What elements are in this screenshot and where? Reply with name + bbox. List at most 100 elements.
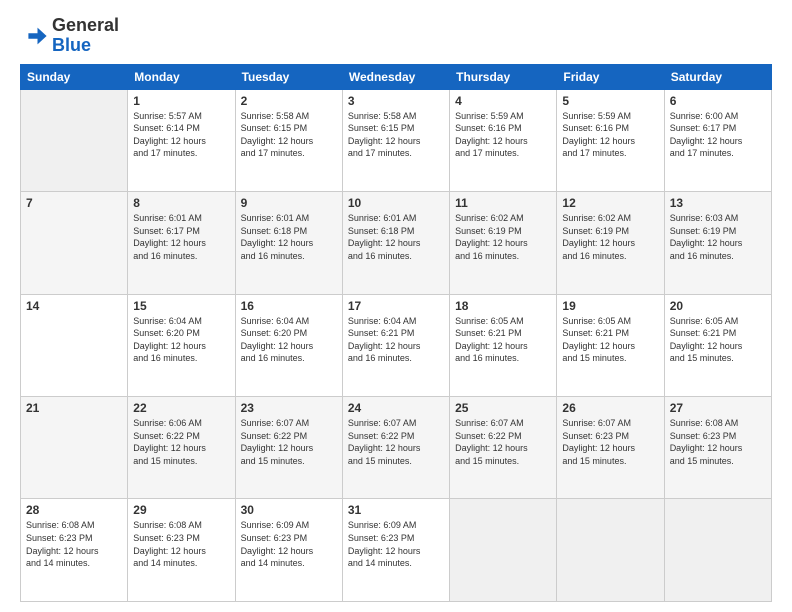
day-number: 8 bbox=[133, 196, 229, 210]
table-row: 25 Sunrise: 6:07 AM Sunset: 6:22 PM Dayli… bbox=[450, 397, 557, 499]
table-row bbox=[557, 499, 664, 602]
day-info: Sunrise: 5:59 AM Sunset: 6:16 PM Dayligh… bbox=[455, 110, 551, 160]
day-number: 23 bbox=[241, 401, 337, 415]
day-number: 1 bbox=[133, 94, 229, 108]
table-row: 19 Sunrise: 6:05 AM Sunset: 6:21 PM Dayli… bbox=[557, 294, 664, 396]
day-number: 18 bbox=[455, 299, 551, 313]
calendar-header-row: Sunday Monday Tuesday Wednesday Thursday… bbox=[21, 64, 772, 89]
day-info: Sunrise: 6:08 AM Sunset: 6:23 PM Dayligh… bbox=[26, 519, 122, 569]
day-info: Sunrise: 6:04 AM Sunset: 6:20 PM Dayligh… bbox=[241, 315, 337, 365]
col-monday: Monday bbox=[128, 64, 235, 89]
day-number: 3 bbox=[348, 94, 444, 108]
table-row: 21 bbox=[21, 397, 128, 499]
day-info: Sunrise: 5:59 AM Sunset: 6:16 PM Dayligh… bbox=[562, 110, 658, 160]
day-info: Sunrise: 6:05 AM Sunset: 6:21 PM Dayligh… bbox=[455, 315, 551, 365]
col-wednesday: Wednesday bbox=[342, 64, 449, 89]
col-thursday: Thursday bbox=[450, 64, 557, 89]
week-row-3: 14 15 Sunrise: 6:04 AM Sunset: 6:20 PM Day… bbox=[21, 294, 772, 396]
day-number: 17 bbox=[348, 299, 444, 313]
day-number: 24 bbox=[348, 401, 444, 415]
table-row: 29 Sunrise: 6:08 AM Sunset: 6:23 PM Dayli… bbox=[128, 499, 235, 602]
day-info: Sunrise: 6:07 AM Sunset: 6:22 PM Dayligh… bbox=[348, 417, 444, 467]
table-row: 3Sunrise: 5:58 AM Sunset: 6:15 PM Daylig… bbox=[342, 89, 449, 191]
table-row: 31Sunrise: 6:09 AM Sunset: 6:23 PM Dayli… bbox=[342, 499, 449, 602]
day-info: Sunrise: 6:07 AM Sunset: 6:23 PM Dayligh… bbox=[562, 417, 658, 467]
day-info: Sunrise: 6:08 AM Sunset: 6:23 PM Dayligh… bbox=[133, 519, 229, 569]
table-row: 13 Sunrise: 6:03 AM Sunset: 6:19 PM Dayli… bbox=[664, 192, 771, 294]
logo-icon bbox=[20, 22, 48, 50]
day-number: 5 bbox=[562, 94, 658, 108]
day-number: 30 bbox=[241, 503, 337, 517]
day-number: 21 bbox=[26, 401, 122, 415]
day-info: Sunrise: 6:09 AM Sunset: 6:23 PM Dayligh… bbox=[348, 519, 444, 569]
day-number: 26 bbox=[562, 401, 658, 415]
table-row: 17 Sunrise: 6:04 AM Sunset: 6:21 PM Dayli… bbox=[342, 294, 449, 396]
table-row: 14 bbox=[21, 294, 128, 396]
col-sunday: Sunday bbox=[21, 64, 128, 89]
day-info: Sunrise: 6:01 AM Sunset: 6:18 PM Dayligh… bbox=[348, 212, 444, 262]
table-row: 4 Sunrise: 5:59 AM Sunset: 6:16 PM Daylig… bbox=[450, 89, 557, 191]
day-info: Sunrise: 6:07 AM Sunset: 6:22 PM Dayligh… bbox=[241, 417, 337, 467]
day-info: Sunrise: 6:05 AM Sunset: 6:21 PM Dayligh… bbox=[670, 315, 766, 365]
day-info: Sunrise: 6:07 AM Sunset: 6:22 PM Dayligh… bbox=[455, 417, 551, 467]
day-number: 16 bbox=[241, 299, 337, 313]
day-info: Sunrise: 6:01 AM Sunset: 6:18 PM Dayligh… bbox=[241, 212, 337, 262]
day-number: 27 bbox=[670, 401, 766, 415]
day-info: Sunrise: 6:01 AM Sunset: 6:17 PM Dayligh… bbox=[133, 212, 229, 262]
week-row-5: 28 Sunrise: 6:08 AM Sunset: 6:23 PM Dayli… bbox=[21, 499, 772, 602]
logo: GeneralBlue bbox=[20, 16, 119, 56]
day-number: 25 bbox=[455, 401, 551, 415]
table-row: 18 Sunrise: 6:05 AM Sunset: 6:21 PM Dayli… bbox=[450, 294, 557, 396]
table-row: 6Sunrise: 6:00 AM Sunset: 6:17 PM Daylig… bbox=[664, 89, 771, 191]
table-row: 10Sunrise: 6:01 AM Sunset: 6:18 PM Dayli… bbox=[342, 192, 449, 294]
table-row: 22 Sunrise: 6:06 AM Sunset: 6:22 PM Dayli… bbox=[128, 397, 235, 499]
table-row bbox=[450, 499, 557, 602]
day-info: Sunrise: 6:04 AM Sunset: 6:20 PM Dayligh… bbox=[133, 315, 229, 365]
table-row bbox=[21, 89, 128, 191]
col-tuesday: Tuesday bbox=[235, 64, 342, 89]
table-row: 27 Sunrise: 6:08 AM Sunset: 6:23 PM Dayli… bbox=[664, 397, 771, 499]
day-info: Sunrise: 6:09 AM Sunset: 6:23 PM Dayligh… bbox=[241, 519, 337, 569]
table-row: 8 Sunrise: 6:01 AM Sunset: 6:17 PM Daylig… bbox=[128, 192, 235, 294]
table-row: 5 Sunrise: 5:59 AM Sunset: 6:16 PM Daylig… bbox=[557, 89, 664, 191]
table-row: 1 Sunrise: 5:57 AM Sunset: 6:14 PM Daylig… bbox=[128, 89, 235, 191]
day-number: 13 bbox=[670, 196, 766, 210]
day-info: Sunrise: 6:06 AM Sunset: 6:22 PM Dayligh… bbox=[133, 417, 229, 467]
table-row: 30 Sunrise: 6:09 AM Sunset: 6:23 PM Dayli… bbox=[235, 499, 342, 602]
table-row: 26 Sunrise: 6:07 AM Sunset: 6:23 PM Dayli… bbox=[557, 397, 664, 499]
day-info: Sunrise: 6:02 AM Sunset: 6:19 PM Dayligh… bbox=[562, 212, 658, 262]
table-row bbox=[664, 499, 771, 602]
day-number: 22 bbox=[133, 401, 229, 415]
table-row: 11 Sunrise: 6:02 AM Sunset: 6:19 PM Dayli… bbox=[450, 192, 557, 294]
day-info: Sunrise: 5:57 AM Sunset: 6:14 PM Dayligh… bbox=[133, 110, 229, 160]
col-friday: Friday bbox=[557, 64, 664, 89]
day-number: 11 bbox=[455, 196, 551, 210]
table-row: 9 Sunrise: 6:01 AM Sunset: 6:18 PM Daylig… bbox=[235, 192, 342, 294]
day-info: Sunrise: 6:03 AM Sunset: 6:19 PM Dayligh… bbox=[670, 212, 766, 262]
week-row-2: 78 Sunrise: 6:01 AM Sunset: 6:17 PM Dayli… bbox=[21, 192, 772, 294]
calendar-table: Sunday Monday Tuesday Wednesday Thursday… bbox=[20, 64, 772, 602]
table-row: 28 Sunrise: 6:08 AM Sunset: 6:23 PM Dayli… bbox=[21, 499, 128, 602]
day-number: 28 bbox=[26, 503, 122, 517]
table-row: 23 Sunrise: 6:07 AM Sunset: 6:22 PM Dayli… bbox=[235, 397, 342, 499]
day-number: 29 bbox=[133, 503, 229, 517]
day-info: Sunrise: 6:02 AM Sunset: 6:19 PM Dayligh… bbox=[455, 212, 551, 262]
day-info: Sunrise: 6:04 AM Sunset: 6:21 PM Dayligh… bbox=[348, 315, 444, 365]
day-number: 6 bbox=[670, 94, 766, 108]
day-number: 15 bbox=[133, 299, 229, 313]
day-number: 14 bbox=[26, 299, 122, 313]
day-info: Sunrise: 6:05 AM Sunset: 6:21 PM Dayligh… bbox=[562, 315, 658, 365]
day-info: Sunrise: 5:58 AM Sunset: 6:15 PM Dayligh… bbox=[241, 110, 337, 160]
day-number: 12 bbox=[562, 196, 658, 210]
logo-text: GeneralBlue bbox=[52, 16, 119, 56]
table-row: 7 bbox=[21, 192, 128, 294]
day-number: 9 bbox=[241, 196, 337, 210]
day-number: 7 bbox=[26, 196, 122, 210]
day-number: 19 bbox=[562, 299, 658, 313]
day-info: Sunrise: 6:08 AM Sunset: 6:23 PM Dayligh… bbox=[670, 417, 766, 467]
table-row: 16 Sunrise: 6:04 AM Sunset: 6:20 PM Dayli… bbox=[235, 294, 342, 396]
day-number: 4 bbox=[455, 94, 551, 108]
table-row: 24 Sunrise: 6:07 AM Sunset: 6:22 PM Dayli… bbox=[342, 397, 449, 499]
table-row: 12 Sunrise: 6:02 AM Sunset: 6:19 PM Dayli… bbox=[557, 192, 664, 294]
table-row: 2Sunrise: 5:58 AM Sunset: 6:15 PM Daylig… bbox=[235, 89, 342, 191]
